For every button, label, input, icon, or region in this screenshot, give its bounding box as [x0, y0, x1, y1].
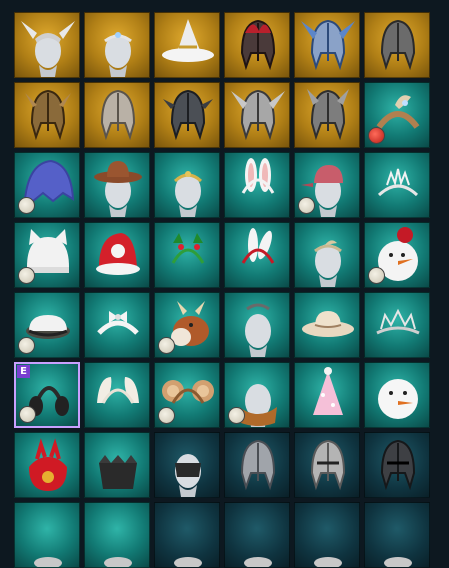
inventory-slot[interactable]: [224, 222, 290, 288]
dark-helm-icon: [380, 439, 416, 491]
horned-war-helm-icon: [307, 89, 349, 141]
dye-icon: [158, 407, 175, 424]
inventory-slot[interactable]: [84, 292, 150, 358]
inventory-slot[interactable]: [154, 12, 220, 78]
inventory-slot[interactable]: [84, 222, 150, 288]
straw-hat-icon: [302, 311, 354, 337]
white-bow-band-icon: [97, 311, 139, 335]
inventory-slot[interactable]: [154, 82, 220, 148]
inventory-slot[interactable]: [14, 432, 80, 498]
inventory-slot[interactable]: [154, 152, 220, 218]
inventory-slot[interactable]: [14, 12, 80, 78]
inventory-slot[interactable]: [154, 222, 220, 288]
partial-item-icon: [384, 557, 412, 567]
inventory-slot[interactable]: [224, 82, 290, 148]
witch-hat-icon: [162, 19, 214, 62]
dark-spiked-helm-icon: [163, 89, 213, 141]
inventory-slot[interactable]: [294, 222, 360, 288]
inventory-slot[interactable]: [84, 362, 150, 428]
partial-item-icon: [34, 557, 62, 567]
inventory-slot[interactable]: [14, 222, 80, 288]
inventory-slot[interactable]: [364, 432, 430, 498]
inventory-slot[interactable]: [224, 432, 290, 498]
inventory-slot[interactable]: [364, 292, 430, 358]
inventory-slot[interactable]: [364, 502, 430, 568]
blue-winged-helm-icon: [301, 19, 355, 71]
fluffy-ears-icon: [97, 377, 139, 404]
dye-icon: [368, 127, 385, 144]
inventory-slot[interactable]: [294, 432, 360, 498]
dye-icon: [18, 197, 35, 214]
inventory-slot[interactable]: [364, 152, 430, 218]
gold-circlet-icon: [173, 171, 203, 217]
partial-item-icon: [244, 557, 272, 567]
red-feather-helm-icon: [240, 19, 276, 71]
inventory-slot[interactable]: [84, 152, 150, 218]
winged-crown-helm-icon: [21, 21, 75, 77]
inventory-slot[interactable]: [294, 152, 360, 218]
dark-circlet-icon: [245, 303, 271, 357]
silver-crown-icon: [376, 308, 420, 335]
inventory-slot[interactable]: [294, 362, 360, 428]
red-pouch-icon: [29, 438, 67, 491]
snowman-head-icon: [378, 379, 418, 419]
inventory-slot[interactable]: [224, 292, 290, 358]
dye-icon: [19, 406, 36, 423]
inventory-slot[interactable]: [154, 502, 220, 568]
inventory-slot[interactable]: [224, 362, 290, 428]
dark-knight-helm-icon: [380, 19, 416, 71]
rabbit-ears-icon: [241, 228, 275, 264]
dye-icon: [158, 337, 175, 354]
bunny-ears-icon: [241, 158, 275, 194]
inventory-grid: E: [14, 12, 430, 568]
inventory-slot[interactable]: [14, 502, 80, 568]
dye-icon: [18, 337, 35, 354]
inventory-slot[interactable]: [364, 222, 430, 288]
inventory-slot[interactable]: [84, 82, 150, 148]
holly-headband-icon: [171, 233, 205, 264]
inventory-slot[interactable]: [84, 502, 150, 568]
bronze-horned-helm-icon: [25, 89, 71, 141]
inventory-slot[interactable]: [84, 432, 150, 498]
inventory-slot[interactable]: [364, 362, 430, 428]
inventory-slot[interactable]: [14, 292, 80, 358]
leaf-circlet-icon: [314, 240, 342, 287]
dye-icon: [368, 267, 385, 284]
inventory-slot[interactable]: [84, 12, 150, 78]
inventory-slot[interactable]: [154, 292, 220, 358]
inventory-slot[interactable]: [294, 502, 360, 568]
equipped-badge: E: [17, 365, 30, 378]
winged-half-helm-icon: [231, 89, 285, 141]
inventory-slot[interactable]: E: [14, 362, 80, 428]
inventory-slot[interactable]: [14, 82, 80, 148]
santa-hat-icon: [96, 233, 140, 275]
tiara-icon: [377, 168, 419, 197]
black-mask-icon: [99, 455, 137, 489]
dye-icon: [18, 267, 35, 284]
inventory-slot[interactable]: [224, 12, 290, 78]
silver-helm-icon: [100, 89, 136, 141]
knight-helm-icon: [310, 439, 346, 491]
inventory-slot[interactable]: [154, 362, 220, 428]
inventory-slot[interactable]: [364, 82, 430, 148]
inventory-slot[interactable]: [294, 82, 360, 148]
cowboy-hat-icon: [94, 161, 142, 217]
inventory-slot[interactable]: [364, 12, 430, 78]
silver-circlet-icon: [104, 32, 132, 77]
inventory-slot[interactable]: [224, 152, 290, 218]
face-visor-icon: [175, 454, 201, 497]
dye-icon: [228, 407, 245, 424]
partial-item-icon: [174, 557, 202, 567]
dye-icon: [298, 197, 315, 214]
inventory-slot[interactable]: [224, 502, 290, 568]
inventory-slot[interactable]: [154, 432, 220, 498]
partial-item-icon: [104, 557, 132, 567]
party-hat-icon: [313, 367, 343, 415]
inventory-slot[interactable]: [14, 152, 80, 218]
partial-item-icon: [314, 557, 342, 567]
inventory-slot[interactable]: [294, 292, 360, 358]
steel-helm-icon: [240, 439, 276, 491]
inventory-slot[interactable]: [294, 12, 360, 78]
